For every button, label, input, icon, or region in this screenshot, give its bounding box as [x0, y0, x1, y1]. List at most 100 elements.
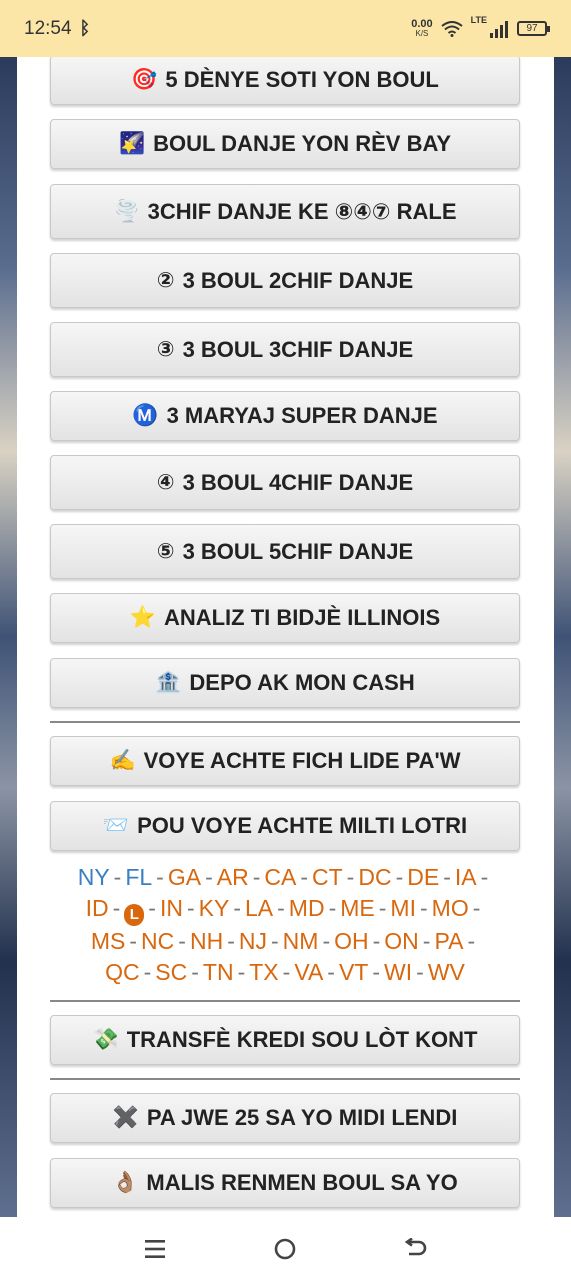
- state-link[interactable]: CA: [264, 864, 296, 890]
- state-link[interactable]: QC: [105, 959, 140, 985]
- three-digit-danger-button[interactable]: 🌪️ 3CHIF DANJE KE ⑧④⑦ RALE: [50, 184, 520, 239]
- separator: -: [327, 958, 335, 985]
- illinois-analysis-button[interactable]: ⭐ ANALIZ TI BIDJÈ ILLINOIS: [50, 593, 520, 643]
- separator: -: [191, 958, 199, 985]
- state-link[interactable]: VA: [294, 959, 323, 985]
- state-link[interactable]: NM: [283, 928, 319, 954]
- dream-number-button[interactable]: 🌠 BOUL DANJE YON RÈV BAY: [50, 119, 520, 169]
- state-link[interactable]: VT: [339, 959, 368, 985]
- state-link[interactable]: MI: [390, 895, 416, 921]
- state-link[interactable]: NJ: [239, 928, 267, 954]
- state-link[interactable]: OH: [334, 928, 369, 954]
- state-link[interactable]: KY: [199, 895, 230, 921]
- state-link[interactable]: IA: [455, 864, 477, 890]
- separator: -: [270, 927, 279, 954]
- state-link[interactable]: MS: [91, 928, 126, 954]
- state-link[interactable]: TX: [249, 959, 278, 985]
- separator: -: [322, 927, 331, 954]
- button-label: PA JWE 25 SA YO MIDI LENDI: [146, 1105, 458, 1130]
- state-link[interactable]: ON: [384, 928, 419, 954]
- state-link[interactable]: ME: [340, 895, 375, 921]
- state-link[interactable]: ID: [86, 895, 109, 921]
- state-link[interactable]: TN: [203, 959, 234, 985]
- separator: -: [148, 895, 156, 921]
- menu-icon[interactable]: [135, 1229, 175, 1269]
- separator: -: [113, 864, 122, 890]
- state-link[interactable]: LA: [245, 895, 273, 921]
- tornado-icon: 🌪️: [113, 199, 140, 223]
- network-speed-unit: K/S: [415, 28, 429, 38]
- separator: -: [205, 864, 213, 890]
- writing-hand-icon: ✍️: [109, 749, 136, 772]
- circled-four-icon: ④: [156, 471, 175, 494]
- wifi-icon: [441, 20, 463, 37]
- network-speed-value: 0.00: [411, 17, 433, 30]
- five-digit-danger-button[interactable]: ⑤ 3 BOUL 5CHIF DANJE: [50, 524, 520, 579]
- signal-icon: [490, 20, 508, 38]
- four-digit-danger-button[interactable]: ④ 3 BOUL 4CHIF DANJE: [50, 455, 520, 510]
- separator: -: [143, 958, 152, 985]
- background-strip-left: [0, 57, 17, 1217]
- button-label: 3 BOUL 4CHIF DANJE: [182, 469, 414, 495]
- button-label: 5 DÈNYE SOTI YON BOUL: [165, 67, 439, 92]
- separator: -: [372, 927, 381, 954]
- state-link[interactable]: PA: [434, 928, 463, 954]
- state-link[interactable]: GA: [168, 864, 201, 890]
- state-link[interactable]: SC: [155, 959, 187, 985]
- separator: -: [328, 895, 337, 921]
- state-link[interactable]: NY: [78, 864, 110, 890]
- circled-m-icon: Ⓜ️: [132, 404, 159, 427]
- state-row: MS - NC - NH - NJ - NM - OH - ON - PA -: [50, 926, 520, 957]
- state-link[interactable]: AR: [217, 864, 249, 890]
- home-icon[interactable]: [265, 1229, 305, 1269]
- state-link[interactable]: DC: [358, 864, 391, 890]
- status-indicators: 0.00 K/S LTE 97: [411, 15, 550, 39]
- state-link[interactable]: IN: [160, 895, 183, 921]
- ok-hand-icon: 👌🏽: [112, 1171, 139, 1194]
- l-badge-icon[interactable]: L: [124, 903, 145, 926]
- state-link[interactable]: NH: [190, 928, 223, 954]
- state-link[interactable]: FL: [125, 864, 152, 890]
- button-label: DEPO AK MON CASH: [189, 670, 415, 695]
- lte-label: LTE: [470, 14, 487, 25]
- three-digit-numbers-button[interactable]: ③ 3 BOUL 3CHIF DANJE: [50, 322, 520, 377]
- separator: -: [156, 864, 164, 890]
- state-link[interactable]: WI: [384, 959, 412, 985]
- two-digit-danger-button[interactable]: ② 3 BOUL 2CHIF DANJE: [50, 253, 520, 308]
- separator: -: [186, 895, 195, 921]
- super-marriage-button[interactable]: Ⓜ️ 3 MARYAJ SUPER DANJE: [50, 391, 520, 441]
- button-label: MALIS RENMEN BOUL SA YO: [146, 1170, 458, 1195]
- network-speed: 0.00 K/S: [411, 17, 433, 39]
- separator: -: [372, 958, 381, 985]
- divider: [50, 1078, 520, 1080]
- back-icon[interactable]: [396, 1229, 436, 1269]
- separator: -: [252, 864, 261, 890]
- battery-level: 97: [526, 23, 538, 34]
- battery-icon: 97: [517, 21, 550, 36]
- shooting-star-icon: 🌠: [118, 132, 146, 155]
- do-not-play-button[interactable]: ✖️ PA JWE 25 SA YO MIDI LENDI: [50, 1093, 520, 1143]
- separator: -: [282, 958, 291, 985]
- button-label: 3 BOUL 2CHIF DANJE: [182, 267, 414, 293]
- separator: -: [395, 864, 404, 890]
- button-label: POU VOYE ACHTE MILTI LOTRI: [137, 813, 468, 838]
- state-row: NY - FL - GA - AR - CA - CT - DC - DE - IA -: [50, 862, 520, 893]
- separator: -: [227, 927, 235, 954]
- state-link[interactable]: DE: [407, 864, 439, 890]
- transfer-credit-button[interactable]: 💸 TRANSFÈ KREDI SOU LÒT KONT: [50, 1015, 520, 1065]
- state-link[interactable]: CT: [312, 864, 343, 890]
- state-link[interactable]: MO: [432, 895, 469, 921]
- malis-favorites-button[interactable]: 👌🏽 MALIS RENMEN BOUL SA YO: [50, 1158, 520, 1208]
- moncash-deposit-button[interactable]: 🏦 DEPO AK MON CASH: [50, 658, 520, 708]
- circled-three-icon: ③: [156, 338, 175, 361]
- five-last-draws-button[interactable]: 🎯 5 DÈNYE SOTI YON BOUL: [50, 57, 520, 105]
- state-row: QC - SC - TN - TX - VA - VT - WI - WV: [50, 957, 520, 988]
- separator: -: [378, 895, 387, 921]
- state-link[interactable]: WV: [428, 959, 465, 985]
- state-link[interactable]: NC: [141, 928, 174, 954]
- multi-lottery-button[interactable]: 📨 POU VOYE ACHTE MILTI LOTRI: [50, 801, 520, 851]
- separator: -: [300, 864, 308, 890]
- separator: -: [277, 895, 285, 921]
- send-ticket-button[interactable]: ✍️ VOYE ACHTE FICH LIDE PA'W: [50, 736, 520, 786]
- state-link[interactable]: MD: [289, 895, 325, 921]
